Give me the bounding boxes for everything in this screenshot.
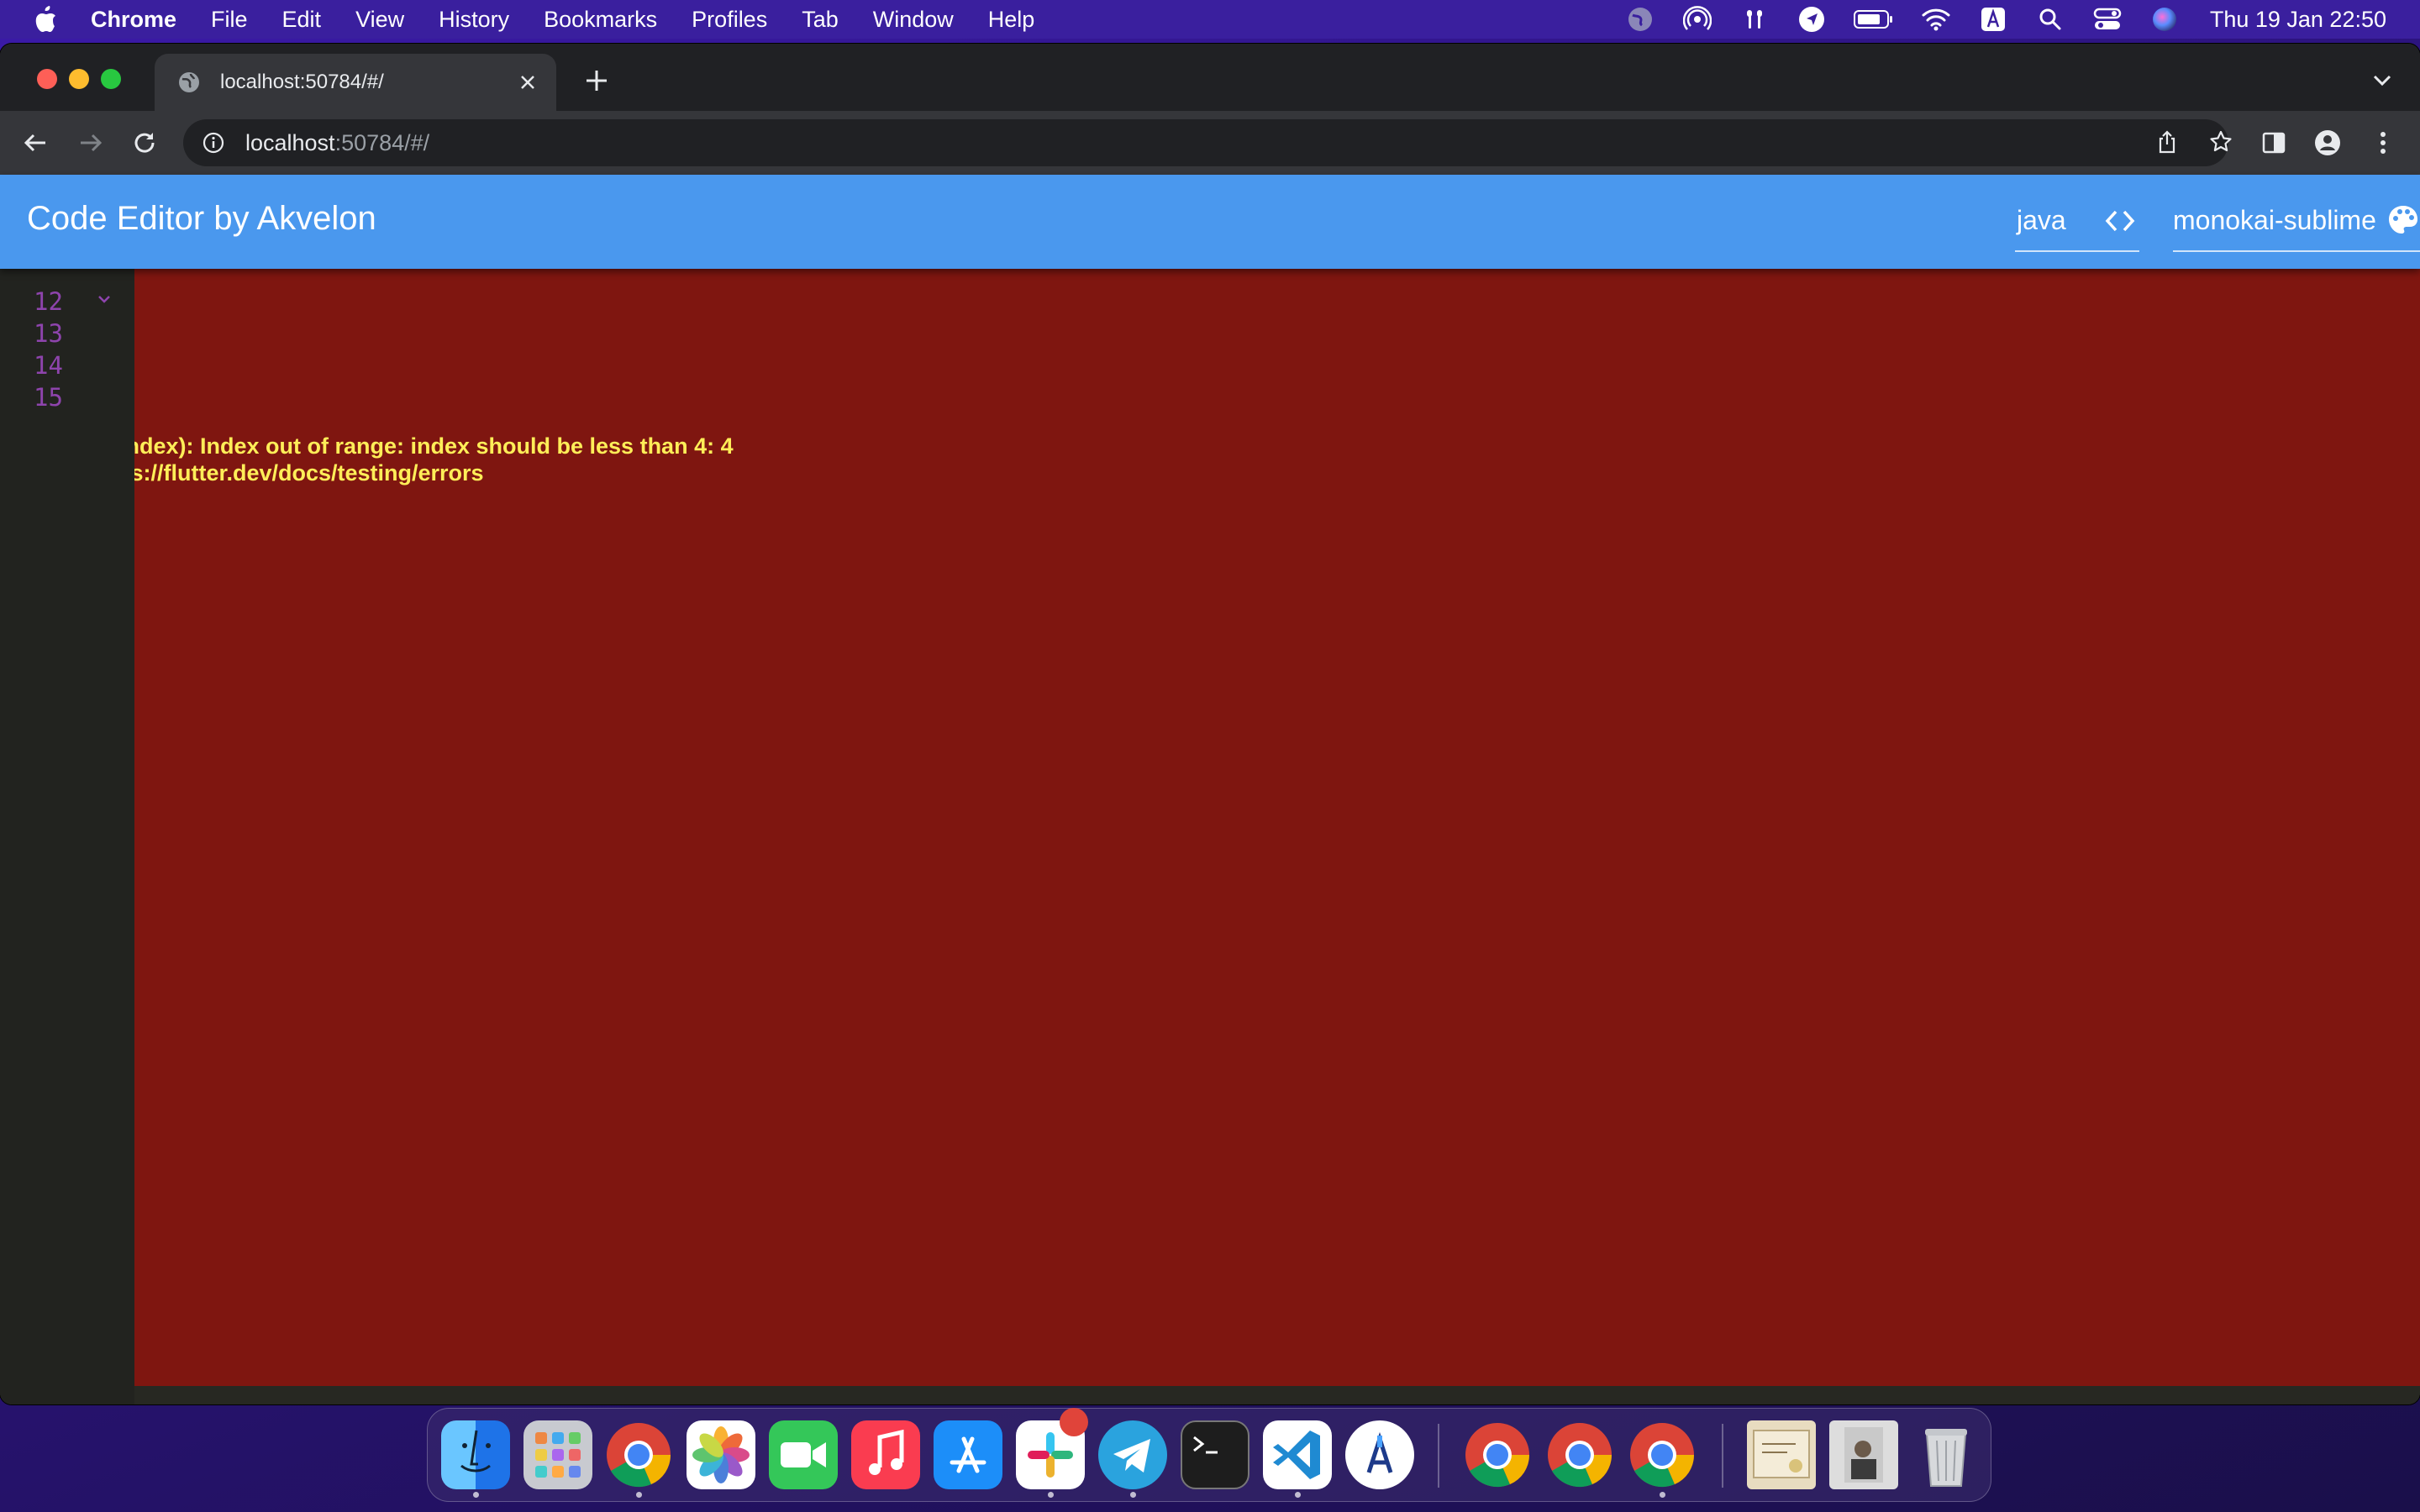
tab-strip: localhost:50784/#/	[0, 44, 2420, 111]
menu-help[interactable]: Help	[988, 7, 1035, 33]
running-indicator	[1048, 1492, 1054, 1498]
chrome-app-icon[interactable]	[1545, 1420, 1614, 1489]
tab-close-icon[interactable]	[516, 71, 539, 94]
spotlight-search-icon[interactable]	[2033, 3, 2067, 36]
error-message: ror (index): Index out of range: index s…	[134, 433, 734, 459]
vscode-icon[interactable]	[1263, 1420, 1332, 1489]
menu-edit[interactable]: Edit	[282, 7, 322, 33]
instruments-icon[interactable]	[1345, 1420, 1414, 1489]
palette-icon	[2386, 203, 2420, 237]
chrome-app-icon[interactable]	[1628, 1420, 1697, 1489]
certificate-document-icon[interactable]	[1747, 1420, 1816, 1489]
finder-icon[interactable]	[441, 1420, 510, 1489]
app-store-icon[interactable]	[934, 1420, 1002, 1489]
location-arrow-icon[interactable]	[1795, 3, 1828, 36]
fold-chevron-down-icon[interactable]	[94, 289, 114, 309]
app-bar: Code Editor by Akvelon java monokai-subl…	[0, 175, 2420, 269]
running-indicator	[473, 1492, 479, 1498]
running-indicator	[1295, 1492, 1301, 1498]
battery-icon[interactable]	[1852, 3, 1896, 36]
menu-window[interactable]: Window	[873, 7, 954, 33]
browser-toolbar: localhost:50784/#/	[0, 111, 2420, 175]
line-number: 12	[34, 287, 63, 316]
photo-document-icon[interactable]	[1829, 1420, 1898, 1489]
control-center-icon[interactable]	[2091, 3, 2124, 36]
profile-avatar-icon[interactable]	[2312, 128, 2343, 158]
code-brackets-icon	[2102, 203, 2138, 239]
tab-title: localhost:50784/#/	[220, 71, 384, 93]
window-minimize-button[interactable]	[69, 69, 89, 89]
bookmark-star-icon[interactable]	[2208, 129, 2235, 156]
language-dropdown[interactable]: java	[2015, 192, 2139, 252]
side-panel-icon[interactable]	[2259, 128, 2289, 158]
input-source-a-icon[interactable]	[1976, 3, 2010, 36]
running-indicator	[1130, 1492, 1136, 1498]
browser-tab-active[interactable]: localhost:50784/#/	[155, 54, 556, 111]
line-number: 15	[34, 383, 63, 412]
chrome-app-icon[interactable]	[604, 1420, 673, 1489]
new-tab-plus-icon[interactable]	[581, 66, 612, 96]
menu-profiles[interactable]: Profiles	[692, 7, 767, 33]
share-icon[interactable]	[2154, 129, 2181, 156]
url-path: :50784/#/	[334, 129, 430, 155]
menu-file[interactable]: File	[211, 7, 248, 33]
line-number: 13	[34, 319, 63, 348]
menu-chrome[interactable]: Chrome	[91, 7, 176, 33]
menu-bar-status-area: Thu 19 Jan 22:50	[1600, 0, 2386, 39]
back-arrow-icon[interactable]	[20, 128, 50, 158]
macos-dock	[427, 1408, 1991, 1502]
tab-search-chevron-down-icon[interactable]	[2370, 67, 2395, 92]
reload-icon[interactable]	[129, 128, 160, 158]
siri-icon[interactable]	[2148, 3, 2181, 36]
address-bar[interactable]: localhost:50784/#/	[183, 119, 2232, 166]
error-docs-link-text: : https://flutter.dev/docs/testing/error…	[134, 460, 484, 486]
music-icon[interactable]	[851, 1420, 920, 1489]
telegram-icon[interactable]	[1098, 1420, 1167, 1489]
photos-icon[interactable]	[687, 1420, 755, 1489]
notification-badge	[1060, 1408, 1088, 1436]
flutter-error-widget: ror (index): Index out of range: index s…	[134, 269, 2420, 1386]
theme-value: monokai-sublime	[2173, 205, 2376, 235]
theme-dropdown[interactable]: monokai-sublime	[2173, 192, 2420, 252]
app-title: Code Editor by Akvelon	[27, 200, 376, 237]
language-value: java	[2017, 205, 2066, 235]
chrome-window: localhost:50784/#/ localhost:50784/#/ C…	[0, 44, 2420, 1404]
line-number: 14	[34, 351, 63, 380]
apple-logo-icon[interactable]	[29, 3, 62, 36]
running-indicator	[636, 1492, 642, 1498]
forward-arrow-icon[interactable]	[76, 128, 106, 158]
window-zoom-button[interactable]	[101, 69, 121, 89]
dock-separator	[1722, 1424, 1723, 1488]
web-app-viewport: Code Editor by Akvelon java monokai-subl…	[0, 175, 2420, 1404]
menu-tab[interactable]: Tab	[802, 7, 839, 33]
launchpad-icon[interactable]	[523, 1420, 592, 1489]
vpn-globe-icon[interactable]	[1623, 3, 1657, 36]
airpods-icon[interactable]	[1738, 3, 1771, 36]
dock-separator	[1438, 1424, 1439, 1488]
chrome-app-icon[interactable]	[1463, 1420, 1532, 1489]
terminal-icon[interactable]	[1181, 1420, 1249, 1489]
globe-favicon-icon	[176, 70, 202, 95]
trash-icon[interactable]	[1912, 1420, 1981, 1489]
url-host: localhost	[245, 129, 335, 155]
running-indicator	[1660, 1492, 1665, 1498]
wifi-icon[interactable]	[1919, 3, 1953, 36]
chrome-menu-kebab-icon[interactable]	[2368, 128, 2398, 158]
menu-bookmarks[interactable]: Bookmarks	[544, 7, 657, 33]
site-info-icon[interactable]	[200, 129, 227, 156]
menu-history[interactable]: History	[439, 7, 509, 33]
facetime-icon[interactable]	[769, 1420, 838, 1489]
window-close-button[interactable]	[37, 69, 57, 89]
menu-bar-clock[interactable]: Thu 19 Jan 22:50	[2210, 7, 2386, 33]
macos-menu-bar: Chrome File Edit View History Bookmarks …	[0, 0, 2420, 39]
menu-view[interactable]: View	[355, 7, 404, 33]
code-editor: 12 13 14 15 ror (index): Index out of ra…	[0, 269, 2420, 1404]
line-number-gutter: 12 13 14 15	[0, 269, 134, 1404]
airdrop-icon[interactable]	[1681, 3, 1714, 36]
